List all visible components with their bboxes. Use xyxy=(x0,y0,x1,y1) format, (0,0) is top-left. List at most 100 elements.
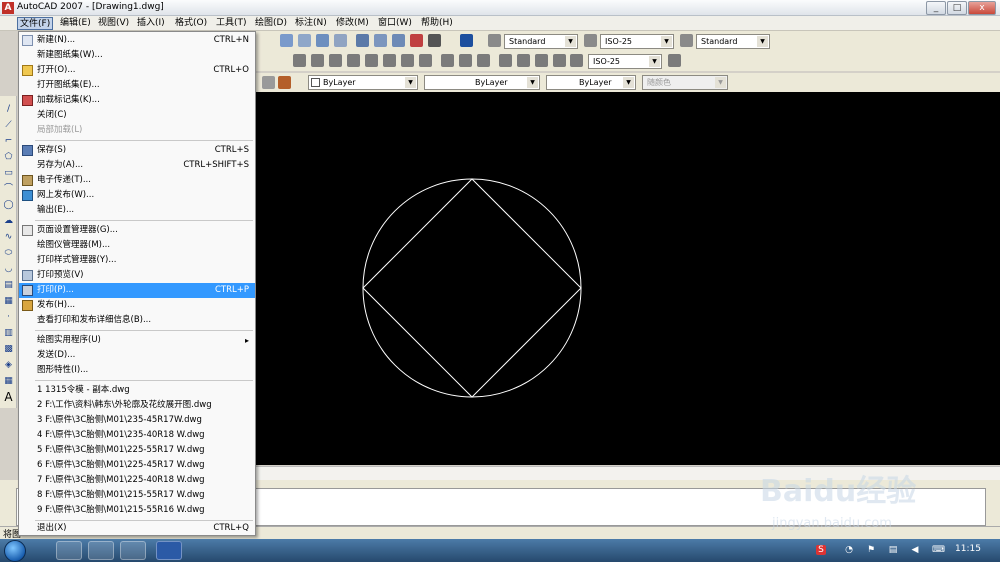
construction-line-icon[interactable]: ⟋ xyxy=(3,120,14,130)
dim-style-icon-2[interactable] xyxy=(570,54,583,67)
menu-draw[interactable]: 绘图(D) xyxy=(255,17,287,30)
wifi-icon[interactable]: ◔ xyxy=(844,545,854,555)
arc-icon[interactable]: ⌒ xyxy=(3,184,14,194)
text-style-icon[interactable] xyxy=(488,34,501,47)
menu-file[interactable]: 文件(F) xyxy=(17,17,54,30)
recent-file-8[interactable]: 8 F:\原件\3C胎侧\M01\215-55R17 W.dwg xyxy=(19,488,255,503)
quick-dim-icon[interactable] xyxy=(441,54,454,67)
menu-item-plot-details[interactable]: 查看打印和发布详细信息(B)... xyxy=(19,313,255,328)
language-icon[interactable]: ⌨ xyxy=(932,545,945,555)
circle-icon[interactable]: ◯ xyxy=(3,200,14,210)
menu-tools[interactable]: 工具(T) xyxy=(216,17,247,30)
menu-edit[interactable]: 编辑(E) xyxy=(60,17,91,30)
arc-length-icon[interactable] xyxy=(329,54,342,67)
maximize-button[interactable]: □ xyxy=(947,1,967,15)
start-button[interactable] xyxy=(4,540,26,562)
baseline-icon[interactable] xyxy=(459,54,472,67)
menu-insert[interactable]: 插入(I) xyxy=(137,17,165,30)
autocad-app-icon[interactable]: A xyxy=(2,2,14,14)
dim-update-icon[interactable] xyxy=(553,54,566,67)
menu-item-close[interactable]: 关闭(C) xyxy=(19,108,255,123)
zoom-realtime-icon[interactable] xyxy=(298,34,311,47)
hatch-icon[interactable]: ▥ xyxy=(3,328,14,338)
menu-item-exit[interactable]: 退出(X) CTRL+Q xyxy=(19,521,255,536)
close-button[interactable]: x xyxy=(968,1,996,15)
menu-help[interactable]: 帮助(H) xyxy=(421,17,453,30)
revcloud-icon[interactable]: ☁ xyxy=(3,216,14,226)
zoom-window-icon[interactable] xyxy=(316,34,329,47)
recent-file-3[interactable]: 3 F:\原件\3C胎侧\M01\235-45R17W.dwg xyxy=(19,413,255,428)
menu-modify[interactable]: 修改(M) xyxy=(336,17,369,30)
taskbar-explorer-icon[interactable] xyxy=(88,541,114,560)
aligned-dim-icon[interactable] xyxy=(311,54,324,67)
menu-item-plotter-manager[interactable]: 绘图仪管理器(M)... xyxy=(19,238,255,253)
sheet-set-icon[interactable] xyxy=(410,34,423,47)
color-control-select[interactable]: ByLayer ▼ xyxy=(308,75,418,90)
dim-style-select[interactable]: ISO-25 ▼ xyxy=(600,34,674,49)
design-center-icon[interactable] xyxy=(374,34,387,47)
network-icon[interactable]: ▤ xyxy=(888,545,898,555)
volume-icon[interactable]: ◀ xyxy=(910,545,920,555)
zoom-previous-icon[interactable] xyxy=(334,34,347,47)
diameter-icon[interactable] xyxy=(401,54,414,67)
continue-icon[interactable] xyxy=(477,54,490,67)
sogou-tray-icon[interactable]: S xyxy=(816,545,826,555)
menu-item-plot-preview[interactable]: 打印预览(V) xyxy=(19,268,255,283)
ordinate-icon[interactable] xyxy=(347,54,360,67)
pan-icon[interactable] xyxy=(280,34,293,47)
menu-item-etransmit[interactable]: 电子传递(T)... xyxy=(19,173,255,188)
dim-edit-icon[interactable] xyxy=(535,54,548,67)
center-mark-icon[interactable] xyxy=(517,54,530,67)
taskbar-word-icon[interactable] xyxy=(156,541,182,560)
region-icon[interactable]: ◈ xyxy=(3,360,14,370)
menu-format[interactable]: 格式(O) xyxy=(175,17,207,30)
taskbar-clock[interactable]: 11:15 xyxy=(955,544,981,554)
menu-item-save-as[interactable]: 另存为(A)... CTRL+SHIFT+S xyxy=(19,158,255,173)
rectangle-icon[interactable]: ▭ xyxy=(3,168,14,178)
flag-icon[interactable]: ⚑ xyxy=(866,545,876,555)
menu-dimension[interactable]: 标注(N) xyxy=(295,17,327,30)
angular-icon[interactable] xyxy=(419,54,432,67)
menu-item-new-sheetset[interactable]: 新建图纸集(W)... xyxy=(19,48,255,63)
help-icon[interactable] xyxy=(460,34,473,47)
table-icon[interactable]: ▦ xyxy=(3,376,14,386)
drawn-circle[interactable] xyxy=(362,178,582,398)
mtext-icon[interactable]: A xyxy=(3,391,14,403)
point-icon[interactable]: · xyxy=(3,312,14,322)
menu-item-drawing-utilities[interactable]: 绘图实用程序(U) ▸ xyxy=(19,333,255,348)
calculator-icon[interactable] xyxy=(428,34,441,47)
ellipse-arc-icon[interactable]: ◡ xyxy=(3,264,14,274)
dim-style-manager-icon[interactable] xyxy=(668,54,681,67)
taskbar-firefox-icon[interactable] xyxy=(56,541,82,560)
recent-file-9[interactable]: 9 F:\原件\3C胎侧\M01\215-55R16 W.dwg xyxy=(19,503,255,518)
insert-block-icon[interactable]: ▤ xyxy=(3,280,14,290)
menu-item-drawing-properties[interactable]: 图形特性(I)... xyxy=(19,363,255,378)
tool-palettes-icon[interactable] xyxy=(392,34,405,47)
plot-style-control-select[interactable]: 随颜色 ▼ xyxy=(642,75,728,90)
table-style-select[interactable]: Standard ▼ xyxy=(696,34,770,49)
linear-dim-icon[interactable] xyxy=(293,54,306,67)
polygon-icon[interactable]: ⬠ xyxy=(3,152,14,162)
jogged-icon[interactable] xyxy=(383,54,396,67)
drawn-square[interactable] xyxy=(362,178,582,398)
minimize-button[interactable]: _ xyxy=(926,1,946,15)
menu-window[interactable]: 窗口(W) xyxy=(378,17,412,30)
menu-item-plot-style-manager[interactable]: 打印样式管理器(Y)... xyxy=(19,253,255,268)
menu-item-export[interactable]: 输出(E)... xyxy=(19,203,255,218)
linetype-control-select[interactable]: ByLayer ▼ xyxy=(424,75,540,90)
spline-icon[interactable]: ∿ xyxy=(3,232,14,242)
ellipse-icon[interactable]: ⬭ xyxy=(3,248,14,258)
menu-item-open[interactable]: 打开(O)... CTRL+O xyxy=(19,63,255,78)
dim-style-select-2[interactable]: ISO-25 ▼ xyxy=(588,54,662,69)
drawing-canvas[interactable] xyxy=(256,92,1000,465)
make-current-icon[interactable] xyxy=(262,76,275,89)
dim-style-icon[interactable] xyxy=(584,34,597,47)
menu-item-publish-web[interactable]: 网上发布(W)... xyxy=(19,188,255,203)
menu-item-load-markup[interactable]: 加载标记集(K)... xyxy=(19,93,255,108)
recent-file-2[interactable]: 2 F:\工作\资料\韩东\外轮廓及花纹展开图.dwg xyxy=(19,398,255,413)
menu-item-page-setup[interactable]: 页面设置管理器(G)... xyxy=(19,223,255,238)
lineweight-control-select[interactable]: ByLayer ▼ xyxy=(546,75,636,90)
table-style-icon[interactable] xyxy=(680,34,693,47)
menu-item-open-sheetset[interactable]: 打开图纸集(E)... xyxy=(19,78,255,93)
menu-view[interactable]: 视图(V) xyxy=(98,17,129,30)
